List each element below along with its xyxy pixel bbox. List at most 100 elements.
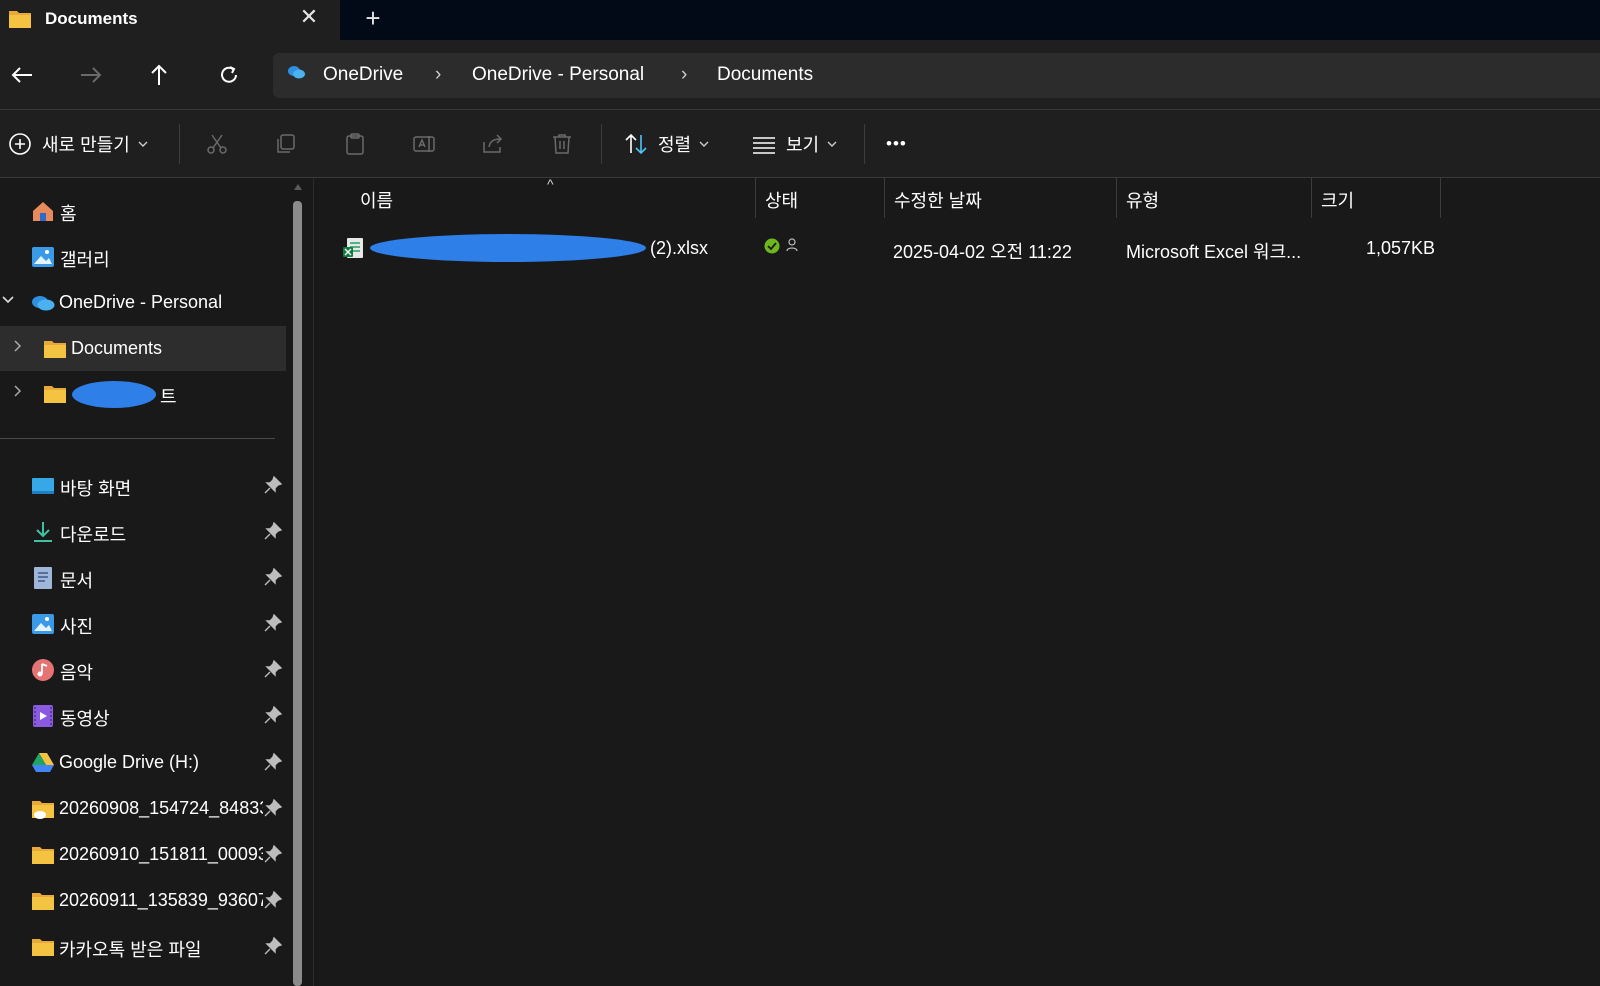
column-divider[interactable] [1440,178,1441,218]
chevron-right-icon[interactable] [14,340,22,352]
column-header-modified[interactable]: 수정한 날짜 [894,187,982,213]
trash-icon [553,134,571,154]
table-row[interactable]: (2).xlsx 2025-04-02 오전 11:22 Microsoft E… [314,228,1600,268]
pin-icon[interactable] [264,567,283,591]
cut-button[interactable] [205,110,229,178]
pin-icon[interactable] [264,521,283,545]
quick-access-pictures[interactable]: 사진 [0,601,286,646]
breadcrumb-documents[interactable]: Documents [717,64,813,86]
divider [179,124,180,164]
sidebar-item-home[interactable]: 홈 [0,188,286,233]
pin-icon[interactable] [264,475,283,499]
rename-icon [413,136,435,152]
column-header-name[interactable]: 이름 [360,187,393,213]
folder-icon [32,939,54,956]
sidebar-item-project-folder[interactable]: 트 [0,371,286,416]
quick-access-music[interactable]: 음악 [0,647,286,692]
sort-ascending-icon: ^ [547,176,554,192]
download-icon [34,522,52,542]
copy-icon [277,134,295,153]
pin-icon[interactable] [264,659,283,683]
file-type: Microsoft Excel 워크... [1126,242,1302,262]
forward-button[interactable] [74,58,108,92]
chevron-down-icon[interactable] [2,296,14,304]
more-options-button[interactable]: ••• [886,110,907,178]
sidebar-item-label: Google Drive (H:) [59,752,200,772]
document-icon [34,567,52,589]
pictures-icon [32,614,54,634]
file-list: ^ 이름 상태 수정한 날짜 유형 크기 (2).xlsx 2025-04-02… [314,176,1600,986]
pin-icon[interactable] [264,705,283,729]
pin-icon[interactable] [264,798,283,822]
sidebar-item-label: 갤러리 [60,250,110,270]
sort-button[interactable]: 정렬 [624,110,709,178]
sidebar-item-label: 음악 [60,663,94,683]
address-bar[interactable]: OneDrive › OneDrive - Personal › Documen… [273,53,1600,98]
chevron-right-icon[interactable]: › [435,64,441,86]
column-divider[interactable] [755,178,756,218]
sidebar-item-label: 문서 [60,571,94,591]
redaction-mark [72,381,156,408]
new-tab-button[interactable]: + [360,4,386,32]
quick-access-folder-20260910[interactable]: 20260910_151811_000939 [0,832,286,877]
delete-button[interactable] [550,110,574,178]
sidebar-scrollbar[interactable] [293,201,302,986]
home-icon [33,202,53,221]
tab-documents[interactable]: Documents ✕ [0,0,340,40]
quick-access-documents[interactable]: 문서 [0,555,286,600]
rename-button[interactable] [412,110,436,178]
redaction-mark [370,234,646,262]
quick-access-desktop[interactable]: 바탕 화면 [0,463,286,508]
sidebar-item-documents[interactable]: Documents [0,326,286,371]
sidebar-item-label: 바탕 화면 [60,479,132,499]
chevron-down-icon [699,141,709,147]
divider [864,124,865,164]
excel-file-icon [343,238,363,258]
up-button[interactable] [142,58,176,92]
column-header-size[interactable]: 크기 [1321,187,1354,213]
pin-icon[interactable] [264,752,283,776]
quick-access-kakaotalk-files[interactable]: 카카오톡 받은 파일 [0,924,286,969]
folder-icon [44,341,66,358]
breadcrumb-onedrive[interactable]: OneDrive [323,64,403,86]
breadcrumb-onedrive-personal[interactable]: OneDrive - Personal [472,64,644,86]
command-bar: 새로 만들기 정렬 보기 ••• [0,110,1600,178]
scroll-up-arrow[interactable] [294,184,302,190]
pin-icon[interactable] [264,936,283,960]
divider [0,438,275,439]
quick-access-downloads[interactable]: 다운로드 [0,509,286,554]
google-drive-icon [32,753,54,772]
back-button[interactable] [5,58,39,92]
navigation-pane: 홈 갤러리 OneDrive - Personal Documents 트 바탕… [0,178,306,986]
column-header-type[interactable]: 유형 [1126,187,1159,213]
refresh-button[interactable] [212,58,246,92]
paste-button[interactable] [343,110,367,178]
divider [601,124,602,164]
pin-icon[interactable] [264,890,283,914]
share-button[interactable] [481,110,505,178]
pin-icon[interactable] [264,613,283,637]
arrow-right-icon [81,67,102,83]
copy-button[interactable] [274,110,298,178]
folder-icon [32,847,54,864]
sidebar-item-onedrive-personal[interactable]: OneDrive - Personal [0,280,286,325]
chevron-right-icon[interactable] [14,385,22,397]
view-button[interactable]: 보기 [752,110,837,178]
close-icon[interactable]: ✕ [298,6,320,28]
video-icon [33,705,53,727]
pin-icon[interactable] [264,844,283,868]
quick-access-folder-20260908[interactable]: 20260908_154724_848338 [0,786,286,831]
tab-strip: Documents ✕ + [0,0,1600,40]
sidebar-item-gallery[interactable]: 갤러리 [0,234,286,279]
quick-access-videos[interactable]: 동영상 [0,693,286,738]
view-button-label: 보기 [786,135,820,155]
column-divider[interactable] [884,178,885,218]
quick-access-google-drive[interactable]: Google Drive (H:) [0,740,286,785]
chevron-right-icon[interactable]: › [681,64,687,86]
column-header-status[interactable]: 상태 [765,187,798,213]
column-divider[interactable] [1116,178,1117,218]
column-divider[interactable] [1311,178,1312,218]
new-button[interactable]: 새로 만들기 [8,110,148,178]
quick-access-folder-20260911[interactable]: 20260911_135839_936072 [0,878,286,923]
synced-check-icon [764,238,780,254]
